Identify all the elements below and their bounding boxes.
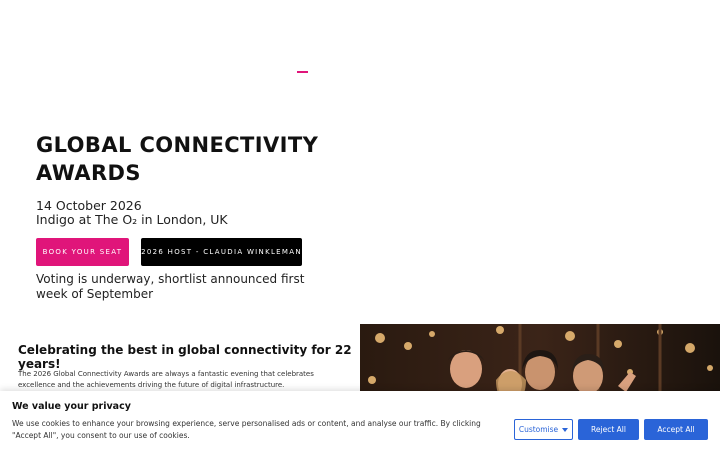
voting-note: Voting is underway, shortlist announced … [36,272,305,301]
event-venue: Indigo at The O₂ in London, UK [36,212,228,227]
accent-dash [297,71,308,73]
page-title: GLOBAL CONNECTIVITY AWARDS [36,133,319,185]
customise-label: Customise [518,425,559,434]
cookie-banner: We value your privacy We use cookies to … [0,391,720,450]
book-seat-button[interactable]: BOOK YOUR SEAT [36,238,129,266]
accept-all-button[interactable]: Accept All [644,419,708,440]
event-date: 14 October 2026 [36,198,142,213]
chevron-down-icon [562,427,569,432]
host-button[interactable]: 2026 HOST - CLAUDIA WINKLEMAN [141,238,302,266]
section-heading: Celebrating the best in global connectiv… [18,343,352,371]
customise-button[interactable]: Customise [514,419,573,440]
cookie-text: We use cookies to enhance your browsing … [12,419,481,440]
section-body: The 2026 Global Connectivity Awards are … [18,370,314,389]
cookie-title: We value your privacy [12,401,131,412]
reject-all-button[interactable]: Reject All [578,419,639,440]
